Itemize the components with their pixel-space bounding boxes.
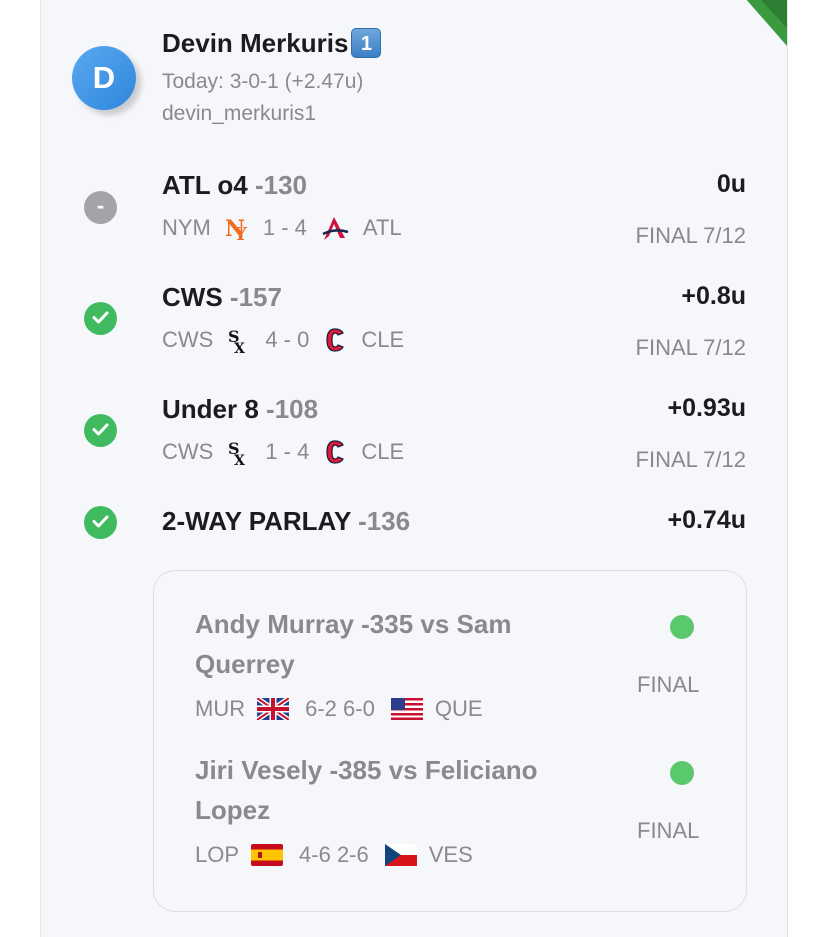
game-line: CWS S X 4 - 0 CLE (162, 326, 404, 354)
leg-player-1: MUR (195, 696, 246, 721)
cleveland-logo-icon (326, 328, 345, 352)
czech-flag-icon (384, 844, 417, 866)
svg-text:Y: Y (233, 224, 248, 242)
leg-player-2: VES (428, 842, 473, 867)
svg-text:X: X (234, 453, 245, 466)
pick-result: 0u (716, 170, 746, 198)
game-final: FINAL 7/12 (635, 335, 746, 360)
parlay-result: +0.74u (667, 506, 746, 534)
leg-title: Andy Murray -335 vs Sam Querrey (195, 609, 512, 679)
game-score: 1 - 4 (265, 439, 310, 464)
svg-text:X: X (234, 341, 245, 354)
today-record: Today: 3-0-1 (+2.47u) (162, 70, 364, 93)
game-score: 4 - 0 (265, 327, 310, 352)
leg-win-dot-icon (670, 615, 694, 639)
win-check-icon (84, 414, 117, 447)
cleveland-logo-icon (326, 440, 345, 464)
us-flag-icon (390, 698, 423, 720)
away-team: NYM (162, 215, 211, 240)
home-team: CLE (361, 439, 405, 464)
white-sox-logo-icon: S X (228, 439, 245, 466)
game-line: CWS S X 1 - 4 CLE (162, 438, 404, 466)
game-line: NYM N Y 1 - 4 ATL (162, 214, 402, 242)
spain-flag-icon (251, 844, 284, 866)
game-score: 1 - 4 (262, 215, 307, 240)
leg-final: FINAL (637, 672, 700, 697)
leg-title: Jiri Vesely -385 vs Feliciano Lopez (195, 755, 538, 825)
game-final: FINAL 7/12 (635, 447, 746, 472)
parlay-title: 2-WAY PARLAY -136 (162, 506, 410, 537)
leg-player-1: LOP (195, 842, 240, 867)
leg-final: FINAL (637, 818, 700, 843)
pick-name: Under 8 (162, 394, 259, 424)
uk-flag-icon (257, 698, 290, 720)
pick-title: ATL o4 -130 (162, 170, 307, 201)
braves-logo-icon (322, 217, 349, 240)
user-name-text: Devin Merkuris (162, 28, 349, 58)
leg-score: 4-6 2-6 (299, 842, 369, 867)
pick-name: CWS (162, 282, 223, 312)
leg-win-dot-icon (670, 761, 694, 785)
push-status-icon: - (84, 191, 117, 224)
game-final: FINAL 7/12 (635, 223, 746, 248)
away-team: CWS (162, 327, 214, 352)
pick-result: +0.93u (667, 394, 746, 422)
mets-logo-icon: N Y (225, 216, 248, 242)
pick-result: +0.8u (681, 282, 746, 310)
avatar[interactable]: D (72, 46, 136, 110)
home-team: ATL (362, 215, 402, 240)
win-check-icon (84, 302, 117, 335)
white-sox-logo-icon: S X (228, 327, 245, 354)
pick-title: Under 8 -108 (162, 394, 318, 425)
leg-player-2: QUE (434, 696, 483, 721)
home-team: CLE (361, 327, 405, 352)
pick-odds: -157 (229, 282, 282, 312)
keycap-badge-icon: 1 (351, 28, 382, 58)
leg-score-line: LOP 4-6 2-6 VES (195, 842, 473, 868)
corner-ribbon-icon (746, 0, 787, 46)
pick-odds: -108 (266, 394, 319, 424)
away-team: CWS (162, 439, 214, 464)
user-name[interactable]: Devin Merkuris 1 (162, 28, 382, 59)
leg-score-line: MUR 6-2 6-0 QUE (195, 696, 483, 722)
parlay-name: 2-WAY PARLAY (162, 506, 351, 536)
win-check-icon (84, 506, 117, 539)
pick-name: ATL o4 (162, 170, 248, 200)
pick-title: CWS -157 (162, 282, 282, 313)
pick-odds: -130 (254, 170, 307, 200)
parlay-odds: -136 (358, 506, 411, 536)
leg-score: 6-2 6-0 (305, 696, 375, 721)
user-handle[interactable]: devin_merkuris1 (162, 102, 316, 126)
